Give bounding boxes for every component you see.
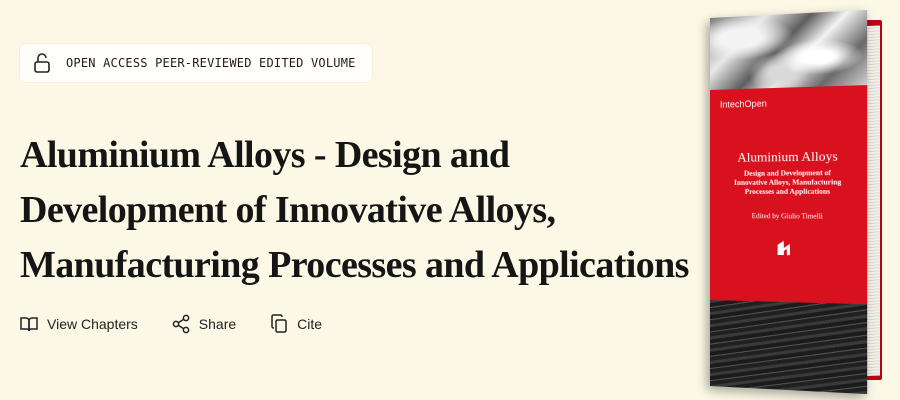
share-button[interactable]: Share xyxy=(172,314,236,334)
copy-icon xyxy=(271,314,287,333)
badge-label: OPEN ACCESS PEER-REVIEWED EDITED VOLUME xyxy=(66,56,356,70)
open-access-badge: OPEN ACCESS PEER-REVIEWED EDITED VOLUME xyxy=(20,44,372,82)
cite-label: Cite xyxy=(297,316,323,332)
page-title: Aluminium Alloys - Design and Developmen… xyxy=(20,128,689,293)
share-label: Share xyxy=(198,316,237,332)
intechopen-logo-icon xyxy=(777,240,790,256)
cover-subtitle-line: Processes and Applications xyxy=(744,187,831,196)
cover-editor: Edited by Giulio Timelli xyxy=(751,212,823,221)
view-chapters-label: View Chapters xyxy=(47,316,138,332)
cover-subtitle: Design and Development of Innovative All… xyxy=(716,169,861,197)
cover-publisher: IntechOpen xyxy=(719,98,767,110)
cover-foil-image xyxy=(710,9,868,90)
title-line: Aluminium Alloys - Design and xyxy=(20,134,510,176)
book-open-icon xyxy=(20,317,38,332)
book-front-cover: IntechOpen Aluminium Alloys Design and D… xyxy=(710,9,868,395)
action-bar: View Chapters Share Cite xyxy=(20,314,356,334)
book-cover: IntechOpen Aluminium Alloys Design and D… xyxy=(704,9,884,395)
cover-subtitle-line: Innovative Alloys, Manufacturing xyxy=(734,178,842,187)
cite-button[interactable]: Cite xyxy=(270,314,322,334)
share-icon xyxy=(172,314,190,334)
view-chapters-button[interactable]: View Chapters xyxy=(20,316,138,332)
cover-red-band: IntechOpen Aluminium Alloys Design and D… xyxy=(710,85,868,305)
cover-title: Aluminium Alloys xyxy=(737,148,838,165)
title-line: Development of Innovative Alloys, xyxy=(20,189,556,231)
cover-bottom-image xyxy=(710,300,868,395)
title-line: Manufacturing Processes and Applications xyxy=(20,244,689,286)
lock-open-icon xyxy=(34,53,50,73)
